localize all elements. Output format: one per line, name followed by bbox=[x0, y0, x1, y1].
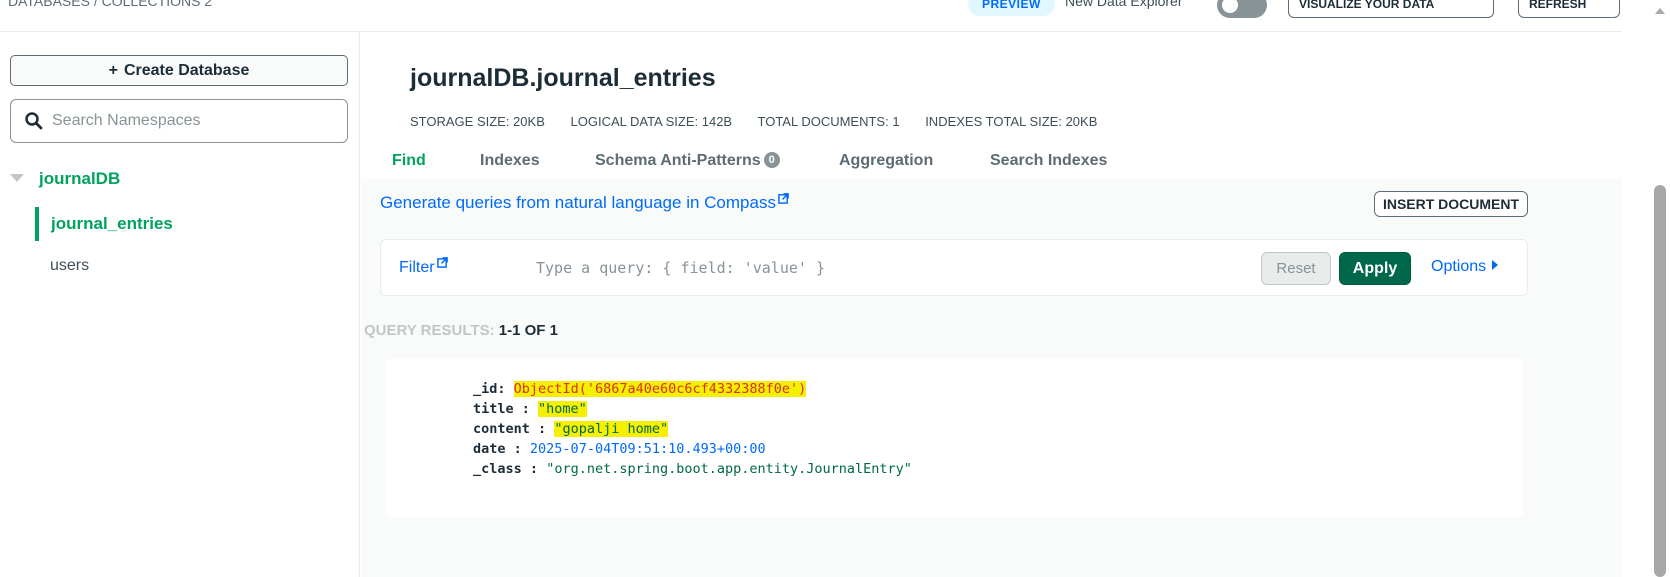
field-separator: : bbox=[505, 441, 522, 457]
tab-label: Schema Anti-Patterns bbox=[595, 152, 761, 169]
plus-icon: + bbox=[108, 62, 118, 79]
sidebar-collection-users[interactable]: users bbox=[50, 257, 89, 275]
tab-aggregation[interactable]: Aggregation bbox=[839, 144, 933, 178]
options-button[interactable]: Options bbox=[1431, 258, 1499, 276]
create-database-label: Create Database bbox=[123, 62, 250, 79]
storage-size-stat: STORAGE SIZE: 20KB bbox=[410, 114, 545, 129]
indexes-total-size-stat: INDEXES TOTAL SIZE: 20KB bbox=[925, 114, 1098, 129]
field-separator: : bbox=[513, 401, 530, 417]
external-link-icon bbox=[778, 193, 789, 204]
sidebar-collection-journal-entries[interactable]: journal_entries bbox=[35, 207, 345, 241]
field-value: "gopalji home" bbox=[554, 421, 669, 437]
reset-button[interactable]: Reset bbox=[1261, 252, 1331, 285]
tab-label: Indexes bbox=[480, 152, 540, 169]
document-field-title[interactable]: title : "home" bbox=[473, 399, 912, 419]
document-fields: _id: ObjectId('6867a40e60c6cf4332388f0e'… bbox=[473, 379, 912, 479]
query-bar: Filter Type a query: { field: 'value' } … bbox=[380, 239, 1528, 296]
field-value: ObjectId('6867a40e60c6cf4332388f0e') bbox=[513, 381, 807, 397]
scrollbar-thumb[interactable] bbox=[1654, 185, 1666, 577]
field-key: title bbox=[473, 401, 514, 417]
document-card[interactable]: _id: ObjectId('6867a40e60c6cf4332388f0e'… bbox=[385, 359, 1523, 517]
apply-button[interactable]: Apply bbox=[1339, 252, 1411, 285]
insert-document-button[interactable]: INSERT DOCUMENT bbox=[1374, 191, 1528, 217]
caret-down-icon[interactable] bbox=[10, 174, 24, 182]
logical-data-size-stat: LOGICAL DATA SIZE: 142B bbox=[570, 114, 733, 129]
scroll-up-icon[interactable] bbox=[1655, 8, 1665, 14]
filter-label[interactable]: Filter bbox=[399, 257, 448, 277]
options-label: Options bbox=[1431, 258, 1487, 275]
search-namespaces-placeholder: Search Namespaces bbox=[52, 112, 201, 129]
tab-search-indexes[interactable]: Search Indexes bbox=[990, 144, 1107, 178]
filter-text: Filter bbox=[399, 259, 435, 276]
generate-queries-link[interactable]: Generate queries from natural language i… bbox=[380, 193, 789, 213]
search-namespaces-input[interactable]: Search Namespaces bbox=[10, 99, 348, 143]
database-name[interactable]: journalDB bbox=[39, 169, 120, 189]
count-badge: 0 bbox=[763, 152, 780, 168]
generate-queries-text: Generate queries from natural language i… bbox=[380, 193, 776, 212]
query-results-label: QUERY RESULTS: bbox=[364, 322, 495, 339]
collection-name[interactable]: journal_entries bbox=[51, 214, 173, 234]
preview-badge: PREVIEW bbox=[968, 0, 1055, 16]
field-value: "home" bbox=[538, 401, 587, 417]
field-value: "org.net.spring.boot.app.entity.JournalE… bbox=[546, 461, 912, 477]
filter-query-input[interactable]: Type a query: { field: 'value' } bbox=[536, 259, 825, 277]
external-link-icon bbox=[436, 257, 448, 268]
field-separator: : bbox=[497, 381, 506, 397]
field-key: date bbox=[473, 441, 506, 457]
tab-schema-anti-patterns[interactable]: Schema Anti-Patterns 0 bbox=[595, 144, 780, 178]
field-separator: : bbox=[521, 461, 539, 477]
main-panel: journalDB.journal_entries STORAGE SIZE: … bbox=[361, 32, 1622, 577]
visualize-data-button[interactable]: VISUALIZE YOUR DATA bbox=[1288, 0, 1494, 18]
caret-right-icon bbox=[1492, 260, 1499, 270]
document-field-date[interactable]: date : 2025-07-04T09:51:10.493+00:00 bbox=[473, 439, 912, 459]
tab-indexes[interactable]: Indexes bbox=[480, 144, 540, 178]
field-key: _class bbox=[473, 461, 522, 477]
create-database-button[interactable]: + Create Database bbox=[10, 55, 348, 86]
tab-label: Search Indexes bbox=[990, 152, 1108, 169]
search-icon bbox=[25, 112, 43, 130]
find-content: Generate queries from natural language i… bbox=[361, 179, 1622, 577]
tab-find[interactable]: Find bbox=[392, 144, 426, 178]
total-documents-stat: TOTAL DOCUMENTS: 1 bbox=[757, 114, 900, 129]
field-value: 2025-07-04T09:51:10.493+00:00 bbox=[529, 441, 766, 457]
sidebar: + Create Database Search Namespaces journ… bbox=[0, 32, 360, 577]
document-field-content[interactable]: content : "gopalji home" bbox=[473, 419, 912, 439]
document-field-id[interactable]: _id: ObjectId('6867a40e60c6cf4332388f0e'… bbox=[473, 379, 912, 399]
tab-label: Find bbox=[392, 152, 426, 169]
document-field-class[interactable]: _class : "org.net.spring.boot.app.entity… bbox=[473, 459, 912, 479]
field-separator: : bbox=[529, 421, 547, 437]
field-key: _id bbox=[473, 381, 498, 397]
refresh-button[interactable]: REFRESH bbox=[1518, 0, 1620, 18]
breadcrumb[interactable]: DATABASES / COLLECTIONS 2 bbox=[8, 0, 212, 9]
collection-stats: STORAGE SIZE: 20KB LOGICAL DATA SIZE: 14… bbox=[410, 114, 1119, 129]
new-data-explorer-label: New Data Explorer bbox=[1065, 0, 1183, 9]
top-bar: DATABASES / COLLECTIONS 2 PREVIEW New Da… bbox=[0, 0, 1622, 32]
page-title: journalDB.journal_entries bbox=[410, 64, 716, 92]
query-results-range: 1-1 OF 1 bbox=[498, 322, 558, 339]
new-data-explorer-toggle[interactable] bbox=[1217, 0, 1267, 18]
field-key: content bbox=[473, 421, 530, 437]
query-results-summary: QUERY RESULTS: 1-1 OF 1 bbox=[364, 322, 558, 339]
tab-label: Aggregation bbox=[839, 152, 934, 169]
